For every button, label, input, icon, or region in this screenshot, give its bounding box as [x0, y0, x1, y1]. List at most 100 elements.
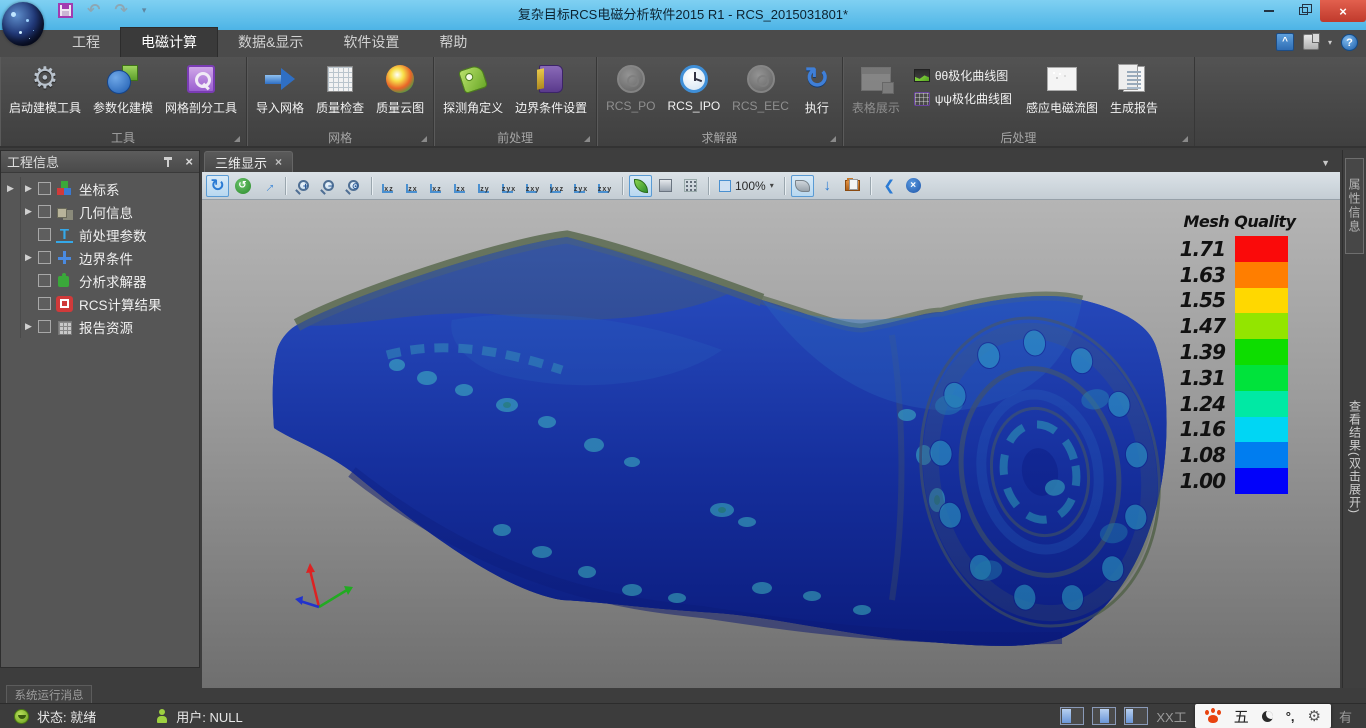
rcs-ipo-button[interactable]: RCS_IPO — [661, 61, 726, 129]
tab-data-display[interactable]: 数据&显示 — [218, 28, 323, 57]
legend-band — [1235, 339, 1288, 365]
legend-title: Mesh Quality — [1177, 212, 1302, 231]
layout-pane-icon[interactable] — [1060, 707, 1084, 725]
generate-report-button[interactable]: 生成报告 — [1104, 61, 1164, 129]
mesh-partition-tool-button[interactable]: 网格剖分工具 — [159, 61, 243, 129]
view-preset-button[interactable]: zyx — [498, 176, 520, 196]
checkbox[interactable] — [38, 205, 51, 218]
gear-icon[interactable]: ⚙ — [1308, 709, 1321, 724]
checkbox[interactable] — [38, 251, 51, 264]
dialog-launcher-icon[interactable] — [584, 136, 590, 142]
checkbox[interactable] — [38, 228, 51, 241]
chevron-right-icon[interactable]: ▶ — [7, 183, 14, 194]
app-logo-icon[interactable] — [2, 2, 44, 46]
induced-current-map-button[interactable]: 感应电磁流图 — [1020, 61, 1104, 129]
tree-item-coordinate-system[interactable]: ▶ 坐标系 — [1, 177, 199, 200]
help-icon[interactable]: ? — [1341, 34, 1358, 51]
checkbox[interactable] — [38, 182, 51, 195]
view-results-side-tab[interactable]: 查看结果(双击展开) — [1346, 362, 1364, 552]
view-preset-button[interactable]: zxy — [594, 176, 616, 196]
chevron-right-icon[interactable]: ▶ — [25, 252, 38, 263]
execute-button[interactable]: ↻ 执行 — [795, 61, 839, 129]
style-selector-icon[interactable] — [1303, 34, 1319, 50]
rotate-view-button[interactable]: ↻ — [206, 175, 229, 197]
tab-software-settings[interactable]: 软件设置 — [323, 28, 419, 57]
ime-punctuation-label[interactable]: °, — [1286, 709, 1295, 724]
view-preset-button[interactable]: xz — [378, 176, 400, 196]
fit-mesh-button[interactable] — [791, 175, 814, 197]
psi-polarization-curve-button[interactable]: ψψ极化曲线图 — [914, 90, 1012, 107]
chevron-right-icon[interactable]: ▶ — [25, 183, 38, 194]
view-preset-button[interactable]: zx — [402, 176, 424, 196]
restore-button[interactable] — [1286, 0, 1320, 22]
shaded-mode-button[interactable] — [629, 175, 652, 197]
dialog-launcher-icon[interactable] — [830, 136, 836, 142]
probe-angle-button[interactable]: 探测角定义 — [437, 61, 509, 129]
properties-side-tab[interactable]: 属性信息 — [1345, 158, 1364, 254]
layers-button[interactable] — [841, 175, 864, 197]
chevron-right-icon[interactable]: ▶ — [25, 321, 38, 332]
zoom-level-select[interactable]: 100% ▾ — [715, 179, 778, 193]
tab-3d-display[interactable]: 三维显示 × — [204, 151, 293, 172]
view-preset-button[interactable]: zyx — [570, 176, 592, 196]
close-icon[interactable]: × — [275, 155, 282, 169]
tab-project[interactable]: 工程 — [52, 28, 120, 57]
layout-pane-icon[interactable] — [1124, 707, 1148, 725]
system-message-tab[interactable]: 系统运行消息 — [6, 685, 92, 703]
tree-item-preprocess-params[interactable]: T 前处理参数 — [1, 223, 199, 246]
parametric-modeling-button[interactable]: 参数化建模 — [87, 61, 159, 129]
tree-item-analysis-solver[interactable]: 分析求解器 — [1, 269, 199, 292]
orbit-view-button[interactable]: ↺ — [231, 175, 254, 197]
boundary-condition-button[interactable]: 边界条件设置 — [509, 61, 593, 129]
points-mode-button[interactable] — [679, 175, 702, 197]
chevron-right-icon[interactable]: ▶ — [25, 206, 38, 217]
chevron-down-icon[interactable]: ▾ — [770, 181, 774, 190]
close-button[interactable]: × — [1320, 0, 1366, 22]
3d-canvas[interactable]: Mesh Quality 1.71 1.63 1.55 1.47 1.39 1.… — [202, 200, 1340, 688]
zoom-in-button[interactable]: + — [292, 175, 315, 197]
launch-modeler-button[interactable]: ⚙ 启动建模工具 — [3, 61, 87, 129]
import-view-button[interactable]: ↓ — [816, 175, 839, 197]
view-preset-button[interactable]: zx — [450, 176, 472, 196]
ime-mode-label[interactable]: 五 — [1234, 706, 1249, 727]
view-preset-button[interactable]: yxz — [546, 176, 568, 196]
collapse-ribbon-icon[interactable]: ^ — [1276, 33, 1294, 51]
table-display-button[interactable]: 表格展示 — [846, 61, 906, 129]
view-preset-button[interactable]: zxy — [522, 176, 544, 196]
tree-item-boundary-conditions[interactable]: ▶ 边界条件 — [1, 246, 199, 269]
minimize-button[interactable] — [1252, 0, 1286, 22]
ime-logo-paw-icon[interactable] — [1205, 709, 1221, 723]
share-view-button[interactable]: ❮ — [877, 175, 900, 197]
checkbox[interactable] — [38, 274, 51, 287]
moon-icon[interactable] — [1262, 711, 1273, 722]
wireframe-mode-button[interactable] — [654, 175, 677, 197]
dialog-launcher-icon[interactable] — [234, 136, 240, 142]
rcs-eec-button[interactable]: RCS_EEC — [726, 61, 795, 129]
quality-cloudmap-button[interactable]: 质量云图 — [370, 61, 430, 129]
pan-view-button[interactable]: → — [256, 175, 279, 197]
theta-polarization-curve-button[interactable]: θθ极化曲线图 — [914, 67, 1012, 84]
ribbon-group-preprocess: 探测角定义 边界条件设置 前处理 — [434, 57, 597, 146]
layout-pane-icon[interactable] — [1092, 707, 1116, 725]
quality-check-button[interactable]: 质量检查 — [310, 61, 370, 129]
zoom-fit-button[interactable]: ⊙ — [342, 175, 365, 197]
tree-item-geometry-info[interactable]: ▶ 几何信息 — [1, 200, 199, 223]
close-icon[interactable]: × — [185, 154, 193, 169]
tab-list-dropdown-icon[interactable]: ▼ — [1321, 158, 1330, 168]
dialog-launcher-icon[interactable] — [421, 136, 427, 142]
checkbox[interactable] — [38, 297, 51, 310]
view-preset-button[interactable]: zy — [474, 176, 496, 196]
checkbox[interactable] — [38, 320, 51, 333]
dialog-launcher-icon[interactable] — [1182, 136, 1188, 142]
zoom-out-button[interactable]: − — [317, 175, 340, 197]
tab-em-compute[interactable]: 电磁计算 — [120, 27, 218, 57]
rcs-po-button[interactable]: RCS_PO — [600, 61, 661, 129]
tree-item-rcs-results[interactable]: RCS计算结果 — [1, 292, 199, 315]
import-mesh-button[interactable]: 导入网格 — [250, 61, 310, 129]
tab-help[interactable]: 帮助 — [419, 28, 487, 57]
pin-icon[interactable] — [163, 156, 173, 168]
view-preset-button[interactable]: xz — [426, 176, 448, 196]
close-view-button[interactable]: × — [902, 175, 925, 197]
tree-item-report-resources[interactable]: ▶ 报告资源 — [1, 315, 199, 338]
style-dropdown-icon[interactable]: ▾ — [1328, 38, 1332, 47]
